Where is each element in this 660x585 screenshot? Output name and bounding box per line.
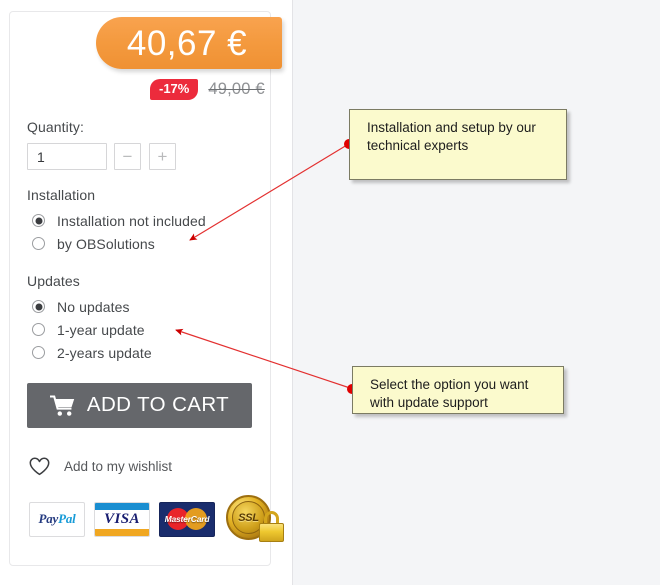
installation-option-not-included[interactable]: Installation not included — [27, 209, 257, 232]
updates-option-label: No updates — [57, 298, 130, 315]
paypal-badge: PayPal — [29, 501, 85, 537]
installation-option-label: by OBSolutions — [57, 235, 155, 252]
padlock-icon — [259, 511, 284, 542]
minus-icon: − — [122, 147, 133, 166]
updates-option-group: Updates No updates 1-year update 2-years… — [27, 273, 257, 364]
wishlist-label: Add to my wishlist — [64, 459, 173, 474]
annotation-text: Installation and setup by our technical … — [367, 120, 536, 153]
current-price-text: 40,67 € — [126, 23, 248, 63]
quantity-decrease-button[interactable]: − — [114, 143, 141, 170]
updates-option-one-year[interactable]: 1-year update — [27, 318, 257, 341]
paypal-logo-text: PayPal — [38, 511, 76, 526]
visa-logo-text: VISA — [104, 510, 140, 527]
add-to-cart-button[interactable]: ADD TO CART — [27, 383, 252, 428]
radio-unselected-icon — [32, 237, 45, 250]
quantity-label: Quantity: — [27, 119, 84, 135]
installation-option-obsolutions[interactable]: by OBSolutions — [27, 232, 257, 255]
installation-option-label: Installation not included — [57, 212, 206, 229]
installation-group-label: Installation — [27, 187, 96, 203]
radio-selected-icon — [32, 214, 45, 227]
plus-icon: + — [157, 147, 168, 166]
current-price-badge: 40,67 € — [96, 17, 282, 69]
annotation-text: Select the option you want with update s… — [370, 377, 529, 410]
heart-icon — [29, 457, 50, 476]
discount-percent-badge: -17% — [150, 79, 199, 101]
annotation-callout-installation: Installation and setup by our technical … — [349, 109, 567, 180]
payment-method-badges: PayPal VISA MasterCard SSL — [29, 495, 284, 543]
visa-bottom-stripe — [95, 528, 149, 536]
quantity-block: Quantity: − + — [27, 119, 247, 170]
installation-option-group: Installation Installation not included b… — [27, 187, 257, 255]
add-to-cart-label: ADD TO CART — [86, 393, 230, 417]
visa-badge: VISA — [94, 501, 150, 537]
shopping-cart-icon — [49, 394, 75, 416]
annotation-callout-updates: Select the option you want with update s… — [352, 366, 564, 414]
quantity-input[interactable] — [27, 143, 107, 170]
updates-option-label: 1-year update — [57, 321, 145, 338]
mastercard-logo-text: MasterCard — [164, 514, 210, 524]
updates-option-label: 2-years update — [57, 344, 152, 361]
visa-top-stripe — [95, 502, 149, 510]
quantity-controls: − + — [27, 143, 247, 170]
radio-unselected-icon — [32, 323, 45, 336]
quantity-increase-button[interactable]: + — [149, 143, 176, 170]
ssl-label: SSL — [238, 511, 259, 524]
add-to-wishlist-link[interactable]: Add to my wishlist — [29, 457, 172, 476]
discount-row: -17% 49,00 € — [150, 79, 265, 101]
updates-group-label: Updates — [27, 273, 80, 289]
radio-selected-icon — [32, 300, 45, 313]
updates-option-two-years[interactable]: 2-years update — [27, 341, 257, 364]
radio-unselected-icon — [32, 346, 45, 359]
updates-option-none[interactable]: No updates — [27, 295, 257, 318]
mastercard-badge: MasterCard — [159, 501, 215, 537]
ssl-secure-badge: SSL — [226, 495, 284, 543]
old-price-text: 49,00 € — [208, 80, 265, 99]
